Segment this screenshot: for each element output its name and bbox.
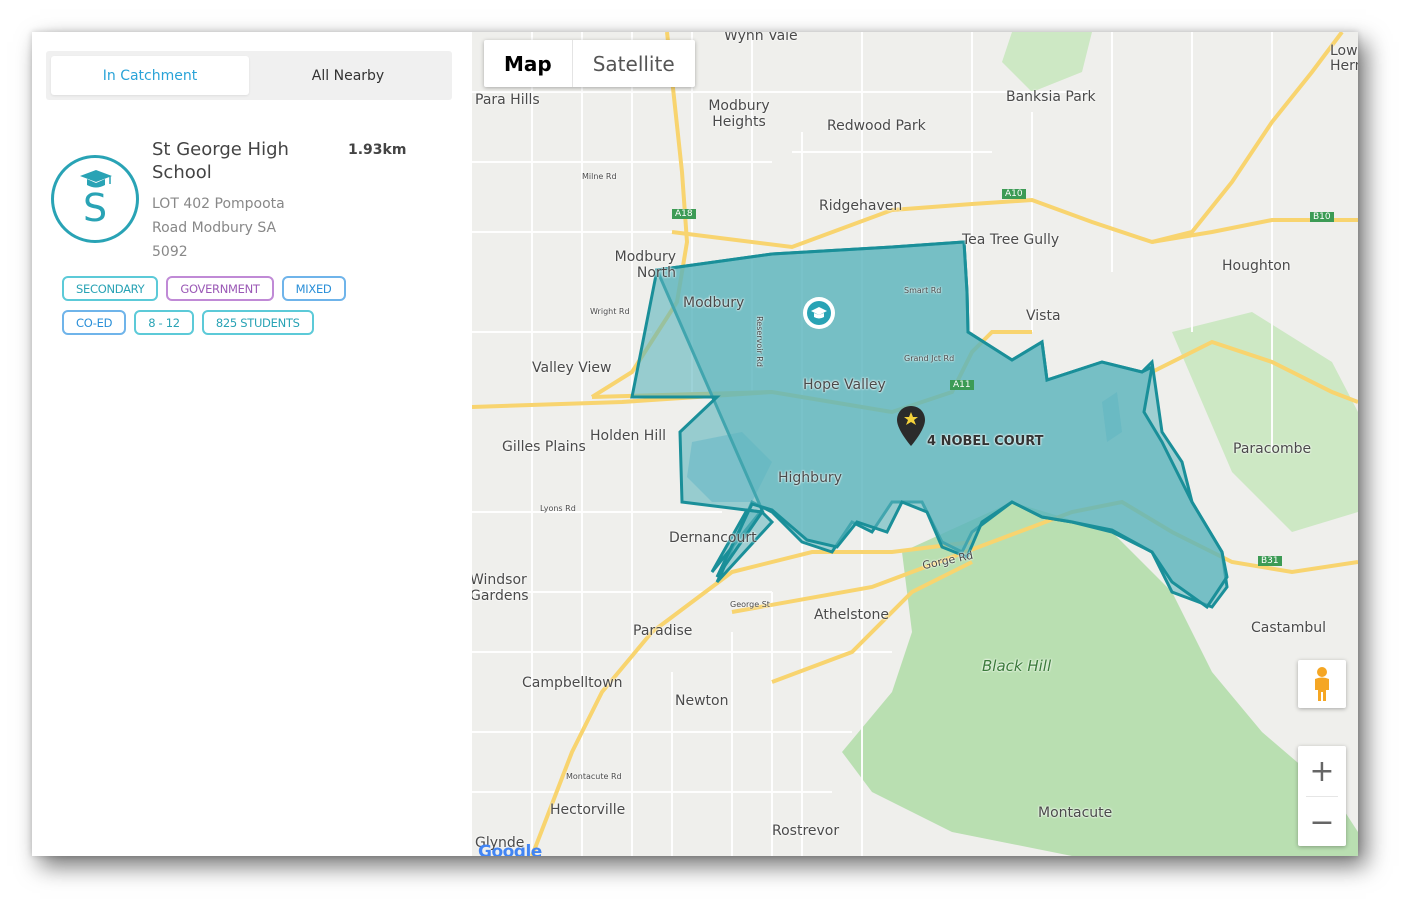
place-label: Athelstone <box>814 607 890 623</box>
street-view-pegman-button[interactable] <box>1298 660 1346 708</box>
place-label: Modbury <box>683 295 745 311</box>
road-b10 <box>1151 32 1344 244</box>
place-label: Holden Hill <box>590 428 667 444</box>
place-label: Wynn Vale <box>724 32 798 44</box>
place-label: Valley View <box>532 360 612 376</box>
results-sidebar: In Catchment All Nearby S St George High… <box>32 32 472 856</box>
school-map-marker[interactable] <box>801 295 837 331</box>
place-label: Windsor Gardens <box>472 572 529 604</box>
zoom-in-button[interactable]: + <box>1298 746 1346 796</box>
place-label: Ridgehaven <box>819 198 903 214</box>
place-label: Rostrevor <box>772 823 840 839</box>
place-label: Vista <box>1026 308 1061 324</box>
place-label: Para Hills <box>475 92 540 108</box>
google-logo-text: Google <box>478 842 542 856</box>
tag-secondary: SECONDARY <box>62 276 159 301</box>
road-label: B31 <box>1258 556 1282 566</box>
place-label: Newton <box>675 693 729 709</box>
place-label: Paradise <box>633 623 693 639</box>
address-marker-label: 4 NOBEL COURT <box>927 434 1044 449</box>
road-label: A10 <box>1002 189 1026 199</box>
address-map-marker[interactable] <box>895 404 927 448</box>
app-frame: In Catchment All Nearby S St George High… <box>32 32 1358 856</box>
place-label: Montacute <box>1038 805 1113 821</box>
school-logo: S <box>51 155 139 243</box>
place-label: Banksia Park <box>1006 89 1096 105</box>
place-label: Campbelltown <box>522 675 623 691</box>
place-label: Houghton <box>1222 258 1291 274</box>
place-label: Hectorville <box>550 802 626 818</box>
graduation-cap-icon <box>80 170 112 188</box>
school-address: LOT 402 Pompoota Road Modbury SA 5092 <box>152 196 285 260</box>
place-label: Castambul <box>1251 620 1327 636</box>
place-label: Dernancourt <box>669 530 757 546</box>
tab-all-nearby[interactable]: All Nearby <box>249 56 447 95</box>
place-label: Paracombe <box>1233 441 1312 457</box>
place-label: Gilles Plains <box>502 439 586 455</box>
school-logo-letter: S <box>82 186 108 230</box>
place-label: Lower Hermitage <box>1330 44 1358 74</box>
zoom-control: + − <box>1298 746 1346 846</box>
place-label: Modbury North <box>614 249 676 281</box>
school-distance: 1.93km <box>348 142 407 158</box>
school-tags: SECONDARY GOVERNMENT MIXED CO-ED 8 - 12 … <box>62 276 382 335</box>
place-label: Tea Tree Gully <box>962 232 1060 248</box>
tag-year-levels: 8 - 12 <box>134 310 194 335</box>
road-label: Reservoir Rd <box>754 316 764 367</box>
road-label: Wright Rd <box>590 307 630 316</box>
tag-students: 825 STUDENTS <box>201 310 314 335</box>
park-label: Black Hill <box>982 657 1052 675</box>
school-name[interactable]: St George High School <box>152 138 332 184</box>
road-label: Milne Rd <box>582 172 617 181</box>
road-label: Montacute Rd <box>566 772 622 781</box>
houghton-park <box>1172 312 1358 532</box>
place-label: Modbury Heights <box>708 98 770 130</box>
map-type-map-button[interactable]: Map <box>484 40 573 87</box>
map-canvas[interactable]: Wynn Vale Para Hills Modbury Heights Red… <box>472 32 1358 856</box>
map-type-control: Map Satellite <box>484 40 695 87</box>
tag-government: GOVERNMENT <box>166 276 274 301</box>
road-label: B10 <box>1310 212 1334 222</box>
road-label: Grand Jct Rd <box>904 354 955 363</box>
tab-in-catchment[interactable]: In Catchment <box>51 56 249 95</box>
road-label: George St <box>730 600 770 609</box>
road-label: Smart Rd <box>904 286 942 295</box>
road-label: Lyons Rd <box>540 504 576 513</box>
google-logo[interactable]: Google <box>478 842 542 856</box>
place-label: Hope Valley <box>803 377 886 393</box>
map-type-satellite-button[interactable]: Satellite <box>573 40 695 87</box>
tag-mixed: MIXED <box>281 276 346 301</box>
north-park <box>1002 32 1092 92</box>
place-label: Redwood Park <box>827 118 926 134</box>
results-tabs: In Catchment All Nearby <box>46 51 452 100</box>
road-label: A11 <box>950 380 974 390</box>
pegman-icon <box>1315 667 1329 701</box>
zoom-out-button[interactable]: − <box>1298 797 1346 847</box>
tag-co-ed: CO-ED <box>62 310 127 335</box>
place-label: Highbury <box>778 470 842 486</box>
road-label: A18 <box>672 209 696 219</box>
